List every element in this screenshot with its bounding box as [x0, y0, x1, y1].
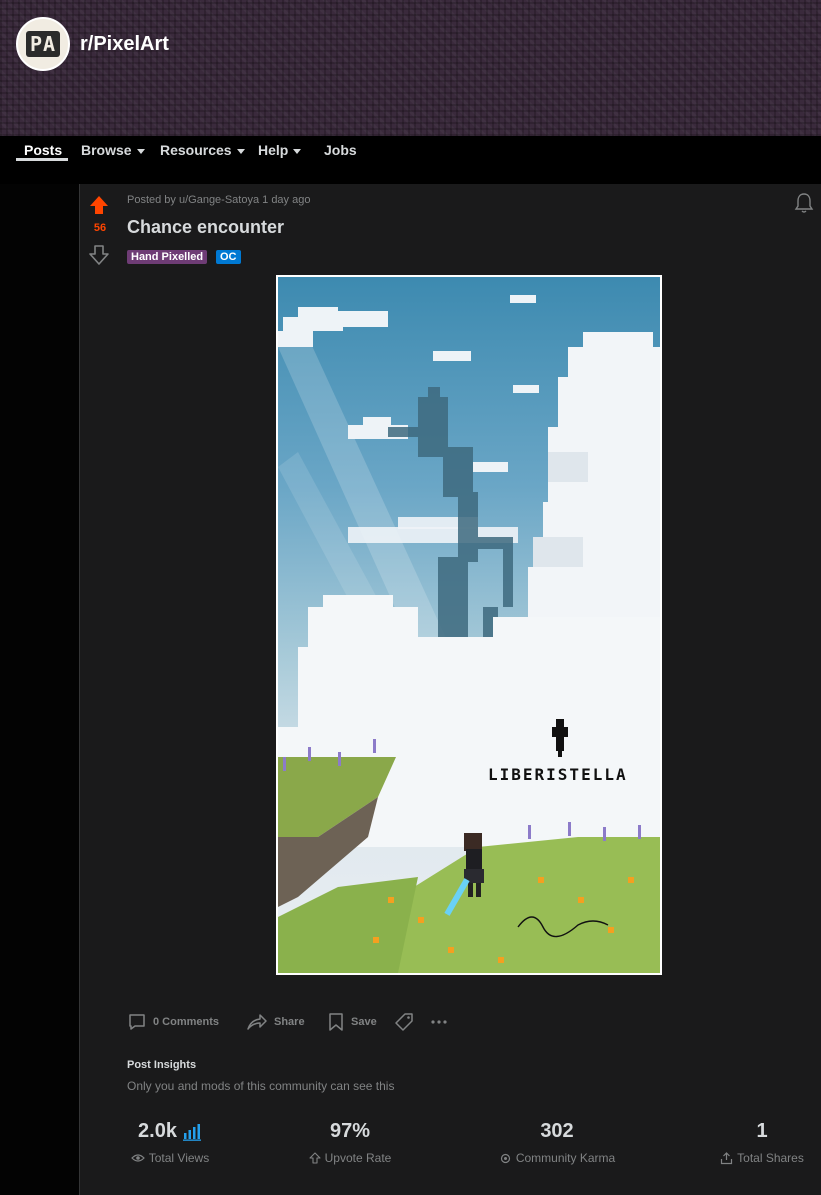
notification-bell-icon[interactable] — [794, 192, 814, 214]
nav-tab-help[interactable]: Help — [258, 142, 302, 158]
share-upload-icon — [721, 1151, 733, 1164]
bookmark-icon — [329, 1013, 343, 1031]
nav-tab-resources-label: Resources — [160, 142, 232, 158]
stat-total-shares: 1 Total Shares — [712, 1120, 812, 1165]
share-button[interactable]: Share — [246, 1012, 305, 1032]
chevron-down-icon — [236, 148, 245, 154]
stat-total-views-label: Total Views — [148, 1151, 210, 1165]
downvote-arrow-icon[interactable] — [88, 244, 110, 266]
share-label: Share — [274, 1016, 305, 1028]
chevron-down-icon — [293, 148, 302, 154]
eye-icon — [130, 1154, 145, 1162]
stat-total-views: 2.0k Total Views — [120, 1120, 220, 1165]
nav-tab-help-label: Help — [258, 142, 289, 158]
tag-button[interactable] — [393, 1012, 415, 1032]
nav-tab-browse[interactable]: Browse — [81, 142, 145, 158]
nav-tab-posts-label: Posts — [24, 142, 63, 158]
karma-gear-icon — [500, 1153, 510, 1163]
comments-button[interactable]: 0 Comments — [127, 1012, 219, 1032]
nav-tab-resources[interactable]: Resources — [160, 142, 245, 158]
post-image[interactable]: LIBERISTELLA — [276, 275, 662, 975]
stat-upvote-rate-label: Upvote Rate — [324, 1151, 392, 1165]
tag-icon — [395, 1013, 413, 1031]
more-options-button[interactable] — [430, 1012, 448, 1032]
comment-bubble-icon — [129, 1014, 145, 1030]
post-insights-subtitle: Only you and mods of this community can … — [127, 1079, 395, 1093]
stat-total-shares-label: Total Shares — [737, 1151, 804, 1165]
save-button[interactable]: Save — [327, 1012, 377, 1032]
more-dots-icon — [431, 1020, 447, 1024]
share-arrow-icon — [247, 1014, 267, 1030]
subreddit-banner: PA r/PixelArt — [0, 0, 821, 136]
subreddit-avatar-text: PA — [25, 31, 61, 57]
flair-oc[interactable]: OC — [216, 250, 241, 264]
stat-upvote-rate-value: 97% — [329, 1120, 371, 1142]
post-card: 56 Posted by u/Gange-Satoya 1 day ago Ch… — [79, 184, 821, 1195]
nav-tab-jobs[interactable]: Jobs — [324, 142, 357, 158]
nav-tab-jobs-label: Jobs — [324, 142, 357, 158]
pixel-art-illustration: LIBERISTELLA — [278, 295, 660, 973]
upvote-outline-icon — [309, 1152, 321, 1164]
comments-label: 0 Comments — [153, 1016, 220, 1028]
stat-community-karma-value: 302 — [540, 1120, 574, 1142]
stat-upvote-rate: 97% Upvote Rate — [295, 1120, 405, 1165]
post-title[interactable]: Chance encounter — [127, 217, 284, 238]
stat-total-views-value: 2.0k — [138, 1120, 177, 1142]
upvote-arrow-icon[interactable] — [88, 194, 110, 216]
nav-tab-posts[interactable]: Posts — [24, 142, 62, 158]
subreddit-nav: Posts Browse Resources Help Jobs — [0, 136, 821, 184]
post-meta: Posted by u/Gange-Satoya 1 day ago — [127, 194, 311, 206]
stat-total-shares-value: 1 — [756, 1120, 768, 1142]
vote-score: 56 — [93, 222, 107, 234]
stat-community-karma-label: Community Karma — [515, 1151, 616, 1165]
subreddit-name[interactable]: r/PixelArt — [80, 33, 169, 56]
save-label: Save — [351, 1016, 377, 1028]
nav-tab-browse-label: Browse — [81, 142, 132, 158]
bar-chart-icon[interactable] — [182, 1123, 202, 1141]
nav-active-underline — [16, 158, 68, 161]
post-insights-title: Post Insights — [127, 1059, 197, 1071]
subreddit-avatar[interactable]: PA — [16, 17, 70, 71]
flair-hand-pixelled[interactable]: Hand Pixelled — [127, 250, 208, 264]
chevron-down-icon — [136, 148, 145, 154]
game-logo-text: LIBERISTELLA — [488, 765, 628, 784]
stat-community-karma: 302 Community Karma — [482, 1120, 632, 1165]
